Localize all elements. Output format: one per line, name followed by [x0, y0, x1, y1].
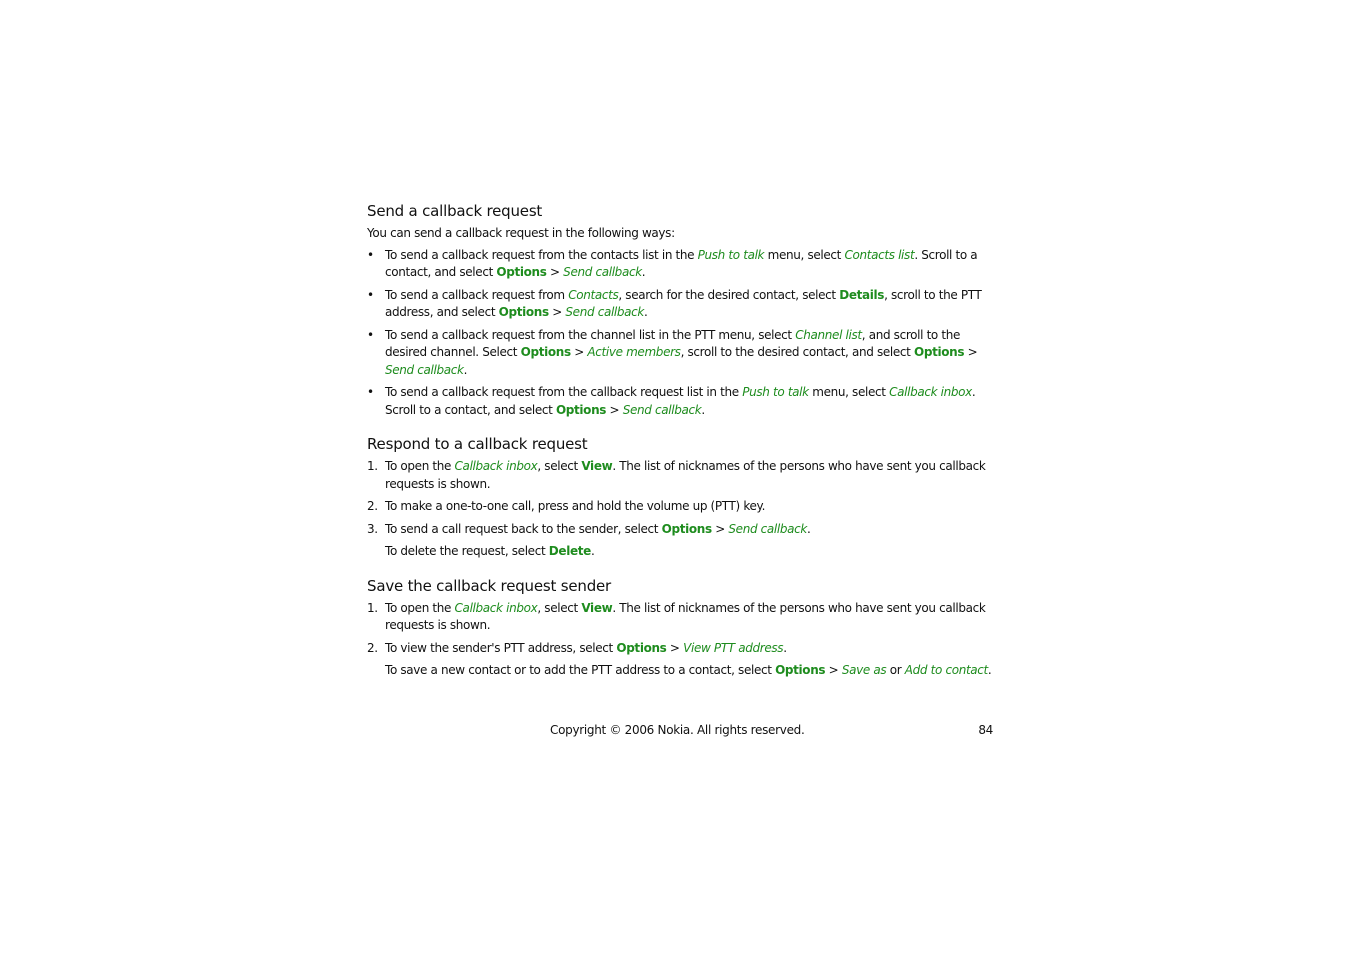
body-text: , search for the desired contact, select	[618, 287, 840, 302]
command-term: Options	[496, 265, 547, 279]
command-term: Options	[616, 640, 667, 655]
section-heading: Save the callback request sender	[367, 576, 612, 595]
body-text: >	[546, 265, 564, 279]
body-text: .	[807, 521, 811, 536]
menu-term: Send callback	[563, 265, 642, 279]
command-term: Options	[775, 663, 826, 677]
body-text: >	[964, 345, 978, 359]
body-text: .	[783, 640, 787, 655]
body-text: >	[606, 402, 623, 417]
body-text: .	[987, 663, 992, 677]
body-text: menu, select	[764, 247, 845, 262]
body-text: To make a one-to-one call, press and hol…	[385, 499, 766, 513]
menu-term: Send callback	[728, 521, 808, 536]
command-term: Options	[555, 402, 607, 417]
menu-term: Contacts	[568, 287, 619, 302]
body-text: To delete the request, select	[385, 544, 549, 558]
method-list: • To send a callback request from the con…	[367, 247, 995, 420]
menu-term: Add to contact	[904, 663, 988, 677]
body-text: >	[548, 305, 566, 319]
section-respond-callback: Respond to a callback request 1. To open …	[367, 433, 995, 561]
section-save-sender: Save the callback request sender 1. To op…	[367, 575, 995, 680]
body-text: To send a callback request from the cont…	[385, 247, 698, 262]
body-text: .	[644, 305, 648, 319]
body-text: To send a callback request from	[385, 287, 569, 302]
step-item: 1. To open the Callback inbox, select Vie…	[367, 600, 995, 635]
body-text: To send a call request back to the sende…	[385, 521, 662, 536]
command-term: Options	[914, 345, 965, 359]
copyright-text: Copyright © 2006 Nokia. All rights reser…	[550, 723, 805, 737]
bullet-icon: •	[367, 385, 374, 399]
body-text: To send a callback request from the call…	[385, 385, 743, 399]
body-text: .	[701, 402, 705, 417]
bullet-icon: •	[367, 327, 374, 342]
body-text: , select	[537, 600, 582, 615]
step-number: 2.	[367, 499, 378, 513]
menu-term: Push to talk	[742, 385, 809, 399]
step-item: 1. To open the Callback inbox, select Vie…	[367, 458, 995, 493]
menu-term: Contacts list	[844, 247, 915, 262]
body-text: .	[590, 544, 595, 558]
step-number: 1.	[367, 459, 378, 473]
intro-text: You can send a callback request in the f…	[367, 226, 675, 240]
command-term: Options	[661, 521, 712, 536]
body-text: >	[711, 521, 729, 536]
document-page: Send a callback request You can send a c…	[367, 200, 995, 685]
command-term: Options	[498, 305, 549, 319]
menu-term: Push to talk	[697, 247, 765, 262]
menu-term: Callback inbox	[454, 600, 538, 615]
step-item: 2. To make a one-to-one call, press and h…	[367, 498, 995, 516]
body-text: .	[463, 362, 468, 377]
list-item: • To send a callback request from the con…	[367, 247, 995, 282]
step-number: 1.	[367, 600, 378, 615]
body-text: >	[570, 345, 588, 359]
body-text: menu, select	[808, 385, 890, 399]
step-note: To delete the request, select Delete.	[367, 543, 995, 561]
section-send-callback: Send a callback request You can send a c…	[367, 200, 995, 419]
menu-term: Callback inbox	[889, 385, 972, 399]
body-text: or	[886, 663, 905, 677]
body-text: >	[666, 640, 684, 655]
body-text: To save a new contact or to add the PTT …	[385, 663, 776, 677]
body-text: >	[825, 663, 842, 677]
list-item: • To send a callback request from Contact…	[367, 287, 995, 322]
page-number: 84	[978, 723, 993, 737]
step-list: 1. To open the Callback inbox, select Vie…	[367, 600, 995, 658]
body-text: To view the sender's PTT address, select	[385, 640, 617, 655]
body-text: .	[641, 265, 646, 279]
menu-term: Save as	[841, 663, 887, 677]
command-term: Options	[520, 345, 571, 359]
step-number: 2.	[367, 640, 378, 655]
menu-term: Channel list	[795, 327, 862, 342]
body-text: To open the	[385, 459, 455, 473]
step-number: 3.	[367, 521, 378, 536]
body-text: , select	[537, 459, 582, 473]
step-item: 2. To view the sender's PTT address, sele…	[367, 640, 995, 658]
menu-term: Send callback	[385, 362, 464, 377]
body-text: To open the	[385, 600, 455, 615]
body-text: To send a callback request from the chan…	[385, 327, 796, 342]
bullet-icon: •	[367, 287, 374, 302]
command-term: View	[581, 459, 613, 473]
body-text: , scroll to the desired contact, and sel…	[680, 345, 915, 359]
list-item: • To send a callback request from the cal…	[367, 384, 995, 419]
command-term: Details	[839, 287, 885, 302]
command-term: View	[581, 600, 613, 615]
menu-term: Send callback	[622, 402, 702, 417]
menu-term: Active members	[587, 345, 681, 359]
step-note: To save a new contact or to add the PTT …	[367, 662, 995, 680]
menu-term: View PTT address	[683, 640, 784, 655]
section-heading: Send a callback request	[367, 202, 543, 220]
step-list: 1. To open the Callback inbox, select Vie…	[367, 458, 995, 538]
menu-term: Send callback	[565, 305, 645, 319]
step-item: 3. To send a call request back to the sen…	[367, 521, 995, 539]
menu-term: Callback inbox	[454, 459, 538, 473]
list-item: • To send a callback request from the cha…	[367, 327, 995, 380]
section-heading: Respond to a callback request	[367, 435, 588, 453]
bullet-icon: •	[367, 247, 374, 262]
command-term: Delete	[548, 544, 591, 558]
